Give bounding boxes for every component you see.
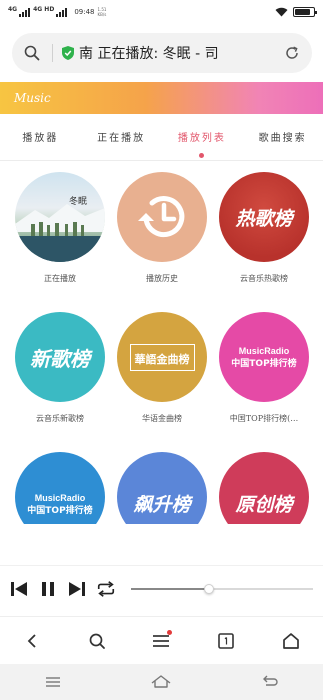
- active-tab-indicator: [199, 153, 205, 158]
- playlist-caption: 云音乐新歌榜: [36, 414, 84, 423]
- cover-title: 新歌榜: [30, 346, 90, 371]
- playlist-hot[interactable]: 热歌榜 云音乐热歌榜: [210, 172, 318, 284]
- playlist-history[interactable]: 播放历史: [108, 172, 216, 284]
- playlist-original[interactable]: 原创榜: [210, 452, 318, 524]
- playlist-caption: 正在播放: [44, 274, 76, 283]
- original-chart-cover[interactable]: 原创榜: [219, 452, 309, 524]
- music-banner: Music: [0, 82, 323, 114]
- playlist-new[interactable]: 新歌榜 云音乐新歌榜: [6, 312, 114, 424]
- playlist-soaring[interactable]: 飙升榜: [108, 452, 216, 524]
- cover-title: 中国TOP排行榜: [231, 358, 297, 369]
- hot-chart-cover[interactable]: 热歌榜: [219, 172, 309, 262]
- recent-apps-icon[interactable]: [45, 673, 61, 692]
- search-icon[interactable]: [81, 625, 113, 657]
- tabs-count-icon[interactable]: [210, 625, 242, 657]
- playlist-caption: 云音乐热歌榜: [240, 274, 288, 283]
- search-icon[interactable]: [22, 43, 42, 63]
- menu-icon[interactable]: [145, 625, 177, 657]
- repeat-icon[interactable]: [96, 579, 116, 599]
- signal-icon-1: [19, 7, 31, 17]
- cover-title: 飙升榜: [133, 493, 191, 516]
- history-clock-icon: [138, 196, 185, 238]
- battery-icon: [293, 7, 317, 17]
- secure-shield-icon: [61, 46, 74, 60]
- reload-icon[interactable]: [282, 43, 302, 63]
- cover-landscape: [15, 204, 105, 262]
- history-cover[interactable]: [117, 172, 207, 262]
- playlist-chinese-gold[interactable]: 華語金曲榜 华语金曲榜: [108, 312, 216, 424]
- tab-player[interactable]: 播放器: [0, 126, 81, 158]
- tab-label: 正在播放: [97, 133, 146, 144]
- progress-fill: [131, 587, 210, 590]
- playlist-china-top-2[interactable]: MusicRadio 中国TOP排行榜: [6, 452, 114, 524]
- home-icon[interactable]: [275, 625, 307, 657]
- playlist-grid: 冬眠 正在播放 播放历史 热歌榜 云音乐热歌榜 新歌榜 云音乐新歌榜 華語金曲榜: [0, 172, 323, 524]
- network-speed: 1.51 KB/s: [98, 7, 107, 17]
- clock: 09:48: [74, 8, 95, 16]
- cover-title: 中国TOP排行榜: [27, 505, 93, 516]
- network-type-2: 4G HD: [33, 5, 55, 13]
- status-bar: 4G 4G HD 09:48 1.51 KB/s: [0, 0, 323, 24]
- china-top-cover[interactable]: MusicRadio 中国TOP排行榜: [15, 452, 105, 524]
- tab-label: 歌曲搜索: [258, 133, 307, 144]
- address-text[interactable]: 南 正在播放: 冬眠 - 司: [79, 43, 282, 63]
- tab-playlist[interactable]: 播放列表: [162, 126, 243, 158]
- player-controls: [0, 565, 323, 611]
- tab-now-playing[interactable]: 正在播放: [81, 126, 162, 158]
- signal-icon-2: [56, 7, 68, 17]
- tab-divider: [0, 160, 323, 161]
- next-icon[interactable]: [67, 579, 87, 599]
- back-icon[interactable]: [16, 625, 48, 657]
- cover-title: 原创榜: [235, 493, 293, 516]
- speed-unit: KB/s: [97, 12, 107, 17]
- tab-song-search[interactable]: 歌曲搜索: [242, 126, 323, 158]
- cover-title: 冬眠: [69, 197, 88, 207]
- address-bar[interactable]: 南 正在播放: 冬眠 - 司: [12, 33, 312, 73]
- cover-frame: 華語金曲榜: [129, 343, 195, 371]
- tab-label: 播放列表: [177, 133, 226, 144]
- playlist-now-playing[interactable]: 冬眠 正在播放: [6, 172, 114, 284]
- cover-brand: MusicRadio: [238, 345, 290, 356]
- playlist-caption: 华语金曲榜: [142, 414, 182, 423]
- system-back-icon[interactable]: [262, 673, 278, 692]
- notification-badge: [167, 629, 173, 635]
- progress-slider[interactable]: [131, 583, 313, 594]
- progress-knob[interactable]: [204, 583, 215, 594]
- wifi-icon: [275, 7, 288, 17]
- tab-label: 播放器: [22, 133, 59, 144]
- playlist-caption: 播放历史: [146, 274, 178, 283]
- browser-toolbar: [0, 616, 323, 664]
- banner-title: Music: [14, 91, 51, 105]
- cover-title: 热歌榜: [235, 207, 293, 230]
- network-type-1: 4G: [8, 5, 18, 13]
- system-home-icon[interactable]: [150, 673, 172, 692]
- album-cover[interactable]: 冬眠: [15, 172, 105, 262]
- pause-icon[interactable]: [38, 579, 58, 599]
- playlist-china-top[interactable]: MusicRadio 中国TOP排行榜 中国TOP排行榜(…: [210, 312, 318, 424]
- playlist-caption: 中国TOP排行榜(…: [229, 414, 299, 423]
- tab-bar: 播放器 正在播放 播放列表 歌曲搜索: [0, 126, 323, 158]
- cover-title: 華語金曲榜: [134, 352, 190, 366]
- cover-brand: MusicRadio: [34, 492, 86, 503]
- system-navigation-bar: [0, 664, 323, 700]
- chinese-gold-cover[interactable]: 華語金曲榜: [117, 312, 207, 402]
- soaring-chart-cover[interactable]: 飙升榜: [117, 452, 207, 524]
- previous-icon[interactable]: [9, 579, 29, 599]
- address-separator: [52, 44, 53, 62]
- new-chart-cover[interactable]: 新歌榜: [15, 312, 105, 402]
- china-top-cover[interactable]: MusicRadio 中国TOP排行榜: [219, 312, 309, 402]
